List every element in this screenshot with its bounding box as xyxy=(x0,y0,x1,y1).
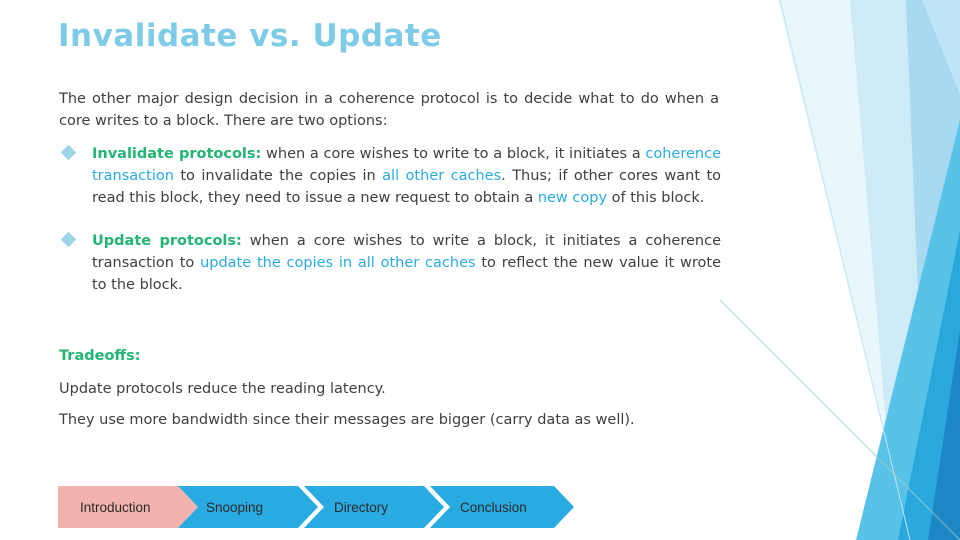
bullet-lead: Invalidate protocols: xyxy=(92,146,262,162)
tradeoff-line-2: They use more bandwidth since their mess… xyxy=(59,412,635,428)
intro-paragraph: The other major design decision in a coh… xyxy=(59,91,719,130)
tradeoffs-heading: Tradeoffs: xyxy=(59,348,141,364)
bullet-text: when a core wishes to write to a block, … xyxy=(261,146,646,162)
tradeoff-line-1: Update protocols reduce the reading late… xyxy=(59,381,386,397)
list-item: Invalidate protocols: when a core wishes… xyxy=(59,143,721,210)
bullet-text: of this block. xyxy=(607,190,705,207)
nav-label: Conclusion xyxy=(460,499,527,515)
diamond-bullet-icon xyxy=(60,144,77,161)
bullet-text: to invalidate the copies in xyxy=(173,168,383,185)
diamond-bullet-icon xyxy=(60,231,77,247)
bullet-highlight: new copy xyxy=(537,190,608,207)
bullet-highlight: update the copies in all other caches xyxy=(200,254,476,271)
bullet-list: Invalidate protocols: when a core wishes… xyxy=(59,143,721,316)
bullet-lead: Update protocols: xyxy=(92,232,242,249)
nav-label: Directory xyxy=(334,499,389,515)
nav-label: Snooping xyxy=(206,499,264,515)
bullet-highlight: all other caches xyxy=(382,168,502,185)
nav-label: Introduction xyxy=(80,499,151,515)
page-title: Invalidate vs. Update xyxy=(58,18,442,54)
nav-item-conclusion[interactable]: Conclusion xyxy=(430,486,604,528)
list-item: Update protocols: when a core wishes to … xyxy=(59,230,721,297)
